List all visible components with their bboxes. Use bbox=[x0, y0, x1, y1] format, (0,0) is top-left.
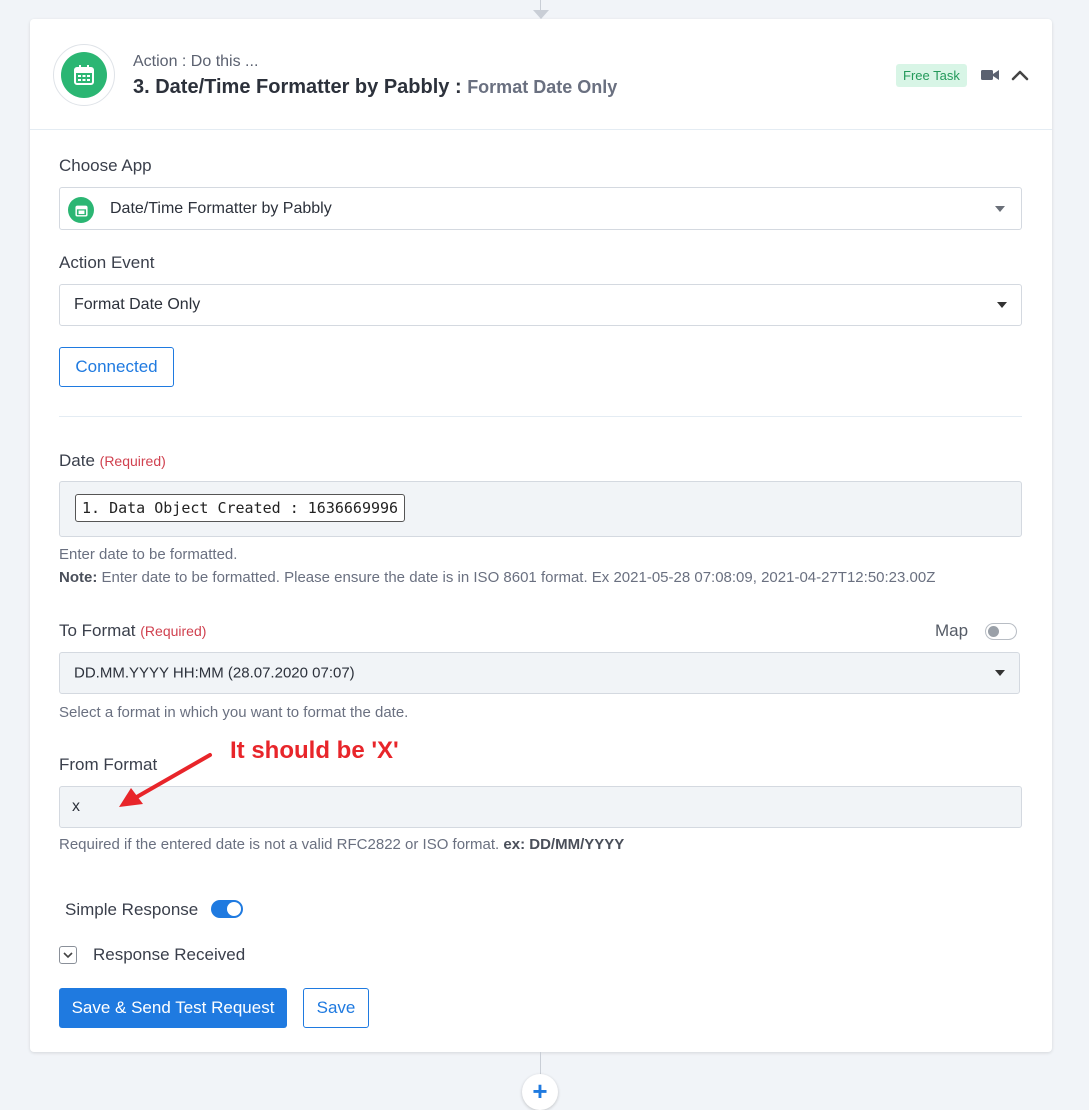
connector-arrow-top bbox=[533, 10, 549, 19]
map-toggle-label: Map bbox=[935, 621, 969, 640]
action-event-label: Action Event bbox=[59, 253, 155, 272]
date-label: Date (Required) bbox=[59, 451, 166, 471]
to-format-label: To Format (Required) bbox=[59, 621, 206, 641]
to-format-help: Select a format in which you want to for… bbox=[59, 704, 409, 721]
choose-app-select[interactable]: Date/Time Formatter by Pabbly bbox=[59, 187, 1022, 230]
to-format-select[interactable]: DD.MM.YYYY HH:MM (28.07.2020 07:07) bbox=[59, 652, 1020, 694]
save-button[interactable]: Save bbox=[303, 988, 369, 1028]
from-format-example: ex: DD/MM/YYYY bbox=[503, 836, 625, 853]
chevron-down-icon bbox=[995, 670, 1005, 676]
chevron-down-icon bbox=[995, 205, 1005, 212]
action-event-value: Format Date Only bbox=[74, 296, 201, 313]
annotation-text: It should be 'X' bbox=[230, 737, 399, 764]
section-divider bbox=[59, 416, 1022, 417]
from-format-help-text: Required if the entered date is not a va… bbox=[59, 836, 500, 853]
step-title: 3. Date/Time Formatter by Pabbly : Forma… bbox=[133, 76, 617, 99]
from-format-help: Required if the entered date is not a va… bbox=[59, 836, 624, 853]
date-label-text: Date bbox=[59, 451, 95, 470]
connected-button[interactable]: Connected bbox=[59, 347, 174, 387]
simple-response-toggle[interactable] bbox=[211, 900, 243, 918]
choose-app-label: Choose App bbox=[59, 156, 152, 175]
to-format-value: DD.MM.YYYY HH:MM (28.07.2020 07:07) bbox=[74, 664, 355, 682]
chevron-down-icon bbox=[997, 302, 1007, 308]
simple-response-label: Simple Response bbox=[65, 900, 199, 919]
choose-app-value: Date/Time Formatter by Pabbly bbox=[110, 199, 332, 217]
action-step-card: Action : Do this ... 3. Date/Time Format… bbox=[30, 19, 1052, 1052]
action-event-select[interactable]: Format Date Only bbox=[59, 284, 1022, 326]
response-received-toggle[interactable] bbox=[59, 946, 77, 964]
date-note: Note: Enter date to be formatted. Please… bbox=[59, 569, 935, 586]
add-step-button[interactable]: + bbox=[522, 1074, 558, 1110]
to-format-required: (Required) bbox=[140, 623, 207, 639]
calendar-icon bbox=[74, 65, 94, 85]
step-subtitle: Action : Do this ... bbox=[133, 53, 259, 70]
date-help: Enter date to be formatted. bbox=[59, 546, 238, 563]
date-input[interactable]: 1. Data Object Created : 1636669996 bbox=[59, 481, 1022, 537]
map-toggle[interactable] bbox=[985, 623, 1017, 640]
date-note-text: Enter date to be formatted. Please ensur… bbox=[101, 569, 936, 586]
from-format-value: x bbox=[72, 798, 80, 815]
calendar-small-icon bbox=[74, 205, 88, 217]
free-task-badge: Free Task bbox=[896, 64, 967, 87]
response-received-label: Response Received bbox=[93, 945, 246, 964]
video-icon[interactable] bbox=[981, 68, 999, 82]
date-note-label: Note: bbox=[59, 569, 98, 586]
to-format-label-text: To Format bbox=[59, 621, 136, 640]
annotation-arrow-icon bbox=[119, 753, 212, 807]
step-title-app: 3. Date/Time Formatter by Pabbly : bbox=[133, 76, 462, 98]
date-required: (Required) bbox=[99, 453, 166, 469]
step-title-event: Format Date Only bbox=[467, 77, 618, 97]
mapped-field-chip[interactable]: 1. Data Object Created : 1636669996 bbox=[75, 494, 406, 522]
app-select-icon bbox=[68, 197, 94, 223]
app-logo bbox=[53, 44, 115, 106]
save-and-send-test-request-button[interactable]: Save & Send Test Request bbox=[59, 988, 287, 1028]
chevron-down-icon bbox=[63, 952, 73, 959]
chevron-up-icon[interactable] bbox=[1011, 68, 1029, 82]
step-header[interactable]: Action : Do this ... 3. Date/Time Format… bbox=[30, 19, 1052, 130]
